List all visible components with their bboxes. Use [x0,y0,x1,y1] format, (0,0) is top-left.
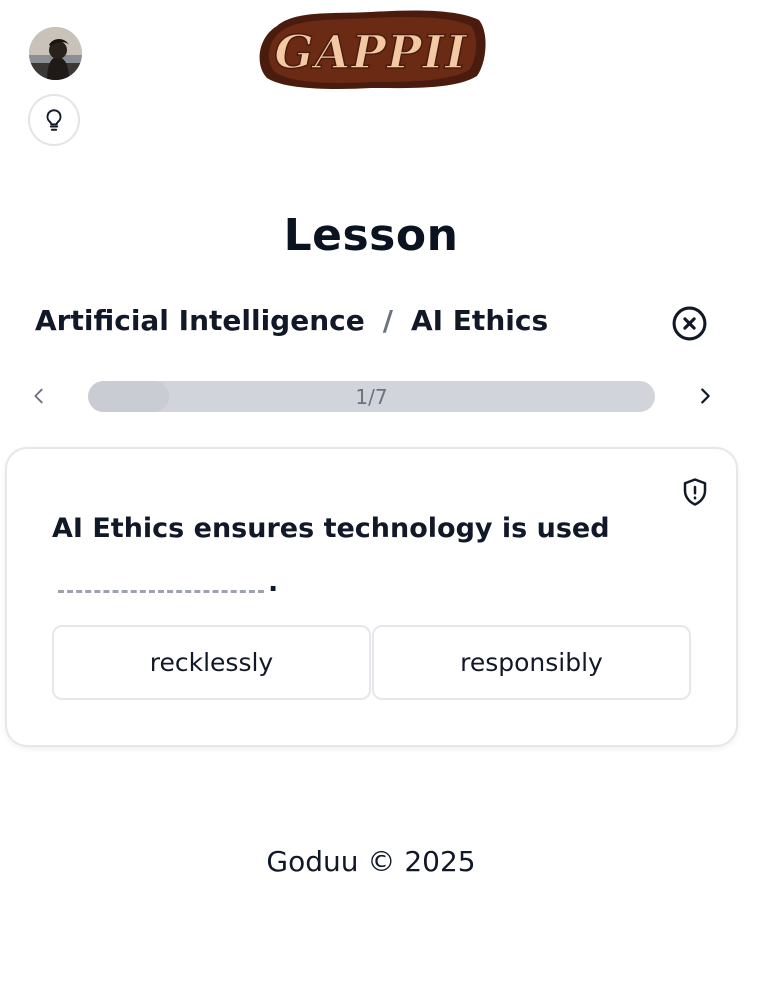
chevron-left-icon [34,388,43,404]
hint-button[interactable] [28,94,80,146]
breadcrumb-course[interactable]: Artificial Intelligence [35,304,365,337]
avatar-image [29,27,82,80]
svg-text:GAPPII: GAPPII [274,25,468,79]
answer-blank[interactable] [58,560,264,593]
breadcrumb: Artificial Intelligence / AI Ethics [35,304,548,337]
progress-label: 1/7 [355,384,388,409]
question-prompt: AI Ethics ensures technology is used [52,513,610,544]
breadcrumb-topic: AI Ethics [410,304,549,337]
breadcrumb-separator: / [382,304,393,337]
question-end-punct: . [268,567,279,598]
gappii-logo: GAPPII [259,10,486,89]
previous-button[interactable] [26,383,52,409]
question-text: AI Ethics ensures technology is used . [52,502,652,610]
chevron-right-icon [701,388,710,404]
app-logo[interactable]: GAPPII [255,6,487,92]
answer-option-recklessly[interactable]: recklessly [52,625,371,700]
avatar[interactable] [29,27,82,80]
close-circle-icon [672,306,707,341]
report-button[interactable] [677,474,713,510]
close-lesson-button[interactable] [671,305,708,342]
lightbulb-icon [46,109,62,131]
page-title: Lesson [283,210,459,261]
next-button[interactable] [692,383,718,409]
answer-option-responsibly[interactable]: responsibly [372,625,691,700]
lesson-progress-bar: 1/7 [88,381,655,412]
footer-copyright: Goduu © 2025 [266,845,476,878]
shield-alert-icon [683,478,707,506]
